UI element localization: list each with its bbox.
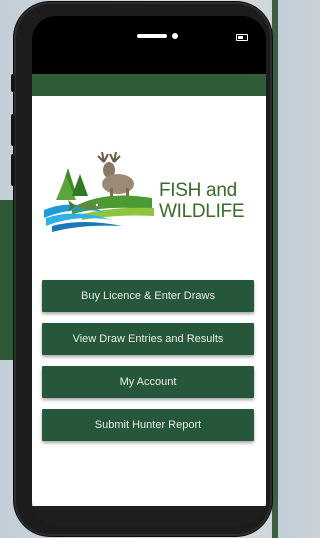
logo-wordmark: FISH and WILDLIFE	[159, 180, 245, 222]
side-button-volume-down	[11, 154, 15, 186]
screen-bottom-bar	[32, 506, 266, 526]
speaker-bar	[137, 34, 167, 38]
my-account-button[interactable]: My Account	[42, 366, 254, 398]
buy-licence-button[interactable]: Buy Licence & Enter Draws	[42, 280, 254, 312]
battery-icon	[236, 34, 248, 41]
app-header-bar	[32, 74, 266, 96]
main-menu: Buy Licence & Enter Draws View Draw Entr…	[42, 280, 254, 452]
logo-line-2: WILDLIFE	[159, 201, 245, 222]
fish-and-wildlife-logo-icon	[44, 151, 154, 232]
phone-screen: FISH and WILDLIFE Buy Licence & Enter Dr…	[32, 16, 266, 526]
side-button-volume-up	[11, 114, 15, 146]
side-button-mute	[11, 74, 15, 92]
phone-frame: FISH and WILDLIFE Buy Licence & Enter Dr…	[11, 2, 272, 536]
submit-hunter-report-button[interactable]: Submit Hunter Report	[42, 409, 254, 441]
app-content: FISH and WILDLIFE Buy Licence & Enter Dr…	[32, 96, 266, 506]
view-draw-entries-button[interactable]: View Draw Entries and Results	[42, 323, 254, 355]
camera-dot	[172, 33, 178, 39]
logo-line-1: FISH and	[159, 180, 237, 201]
background-band-right	[272, 0, 278, 538]
